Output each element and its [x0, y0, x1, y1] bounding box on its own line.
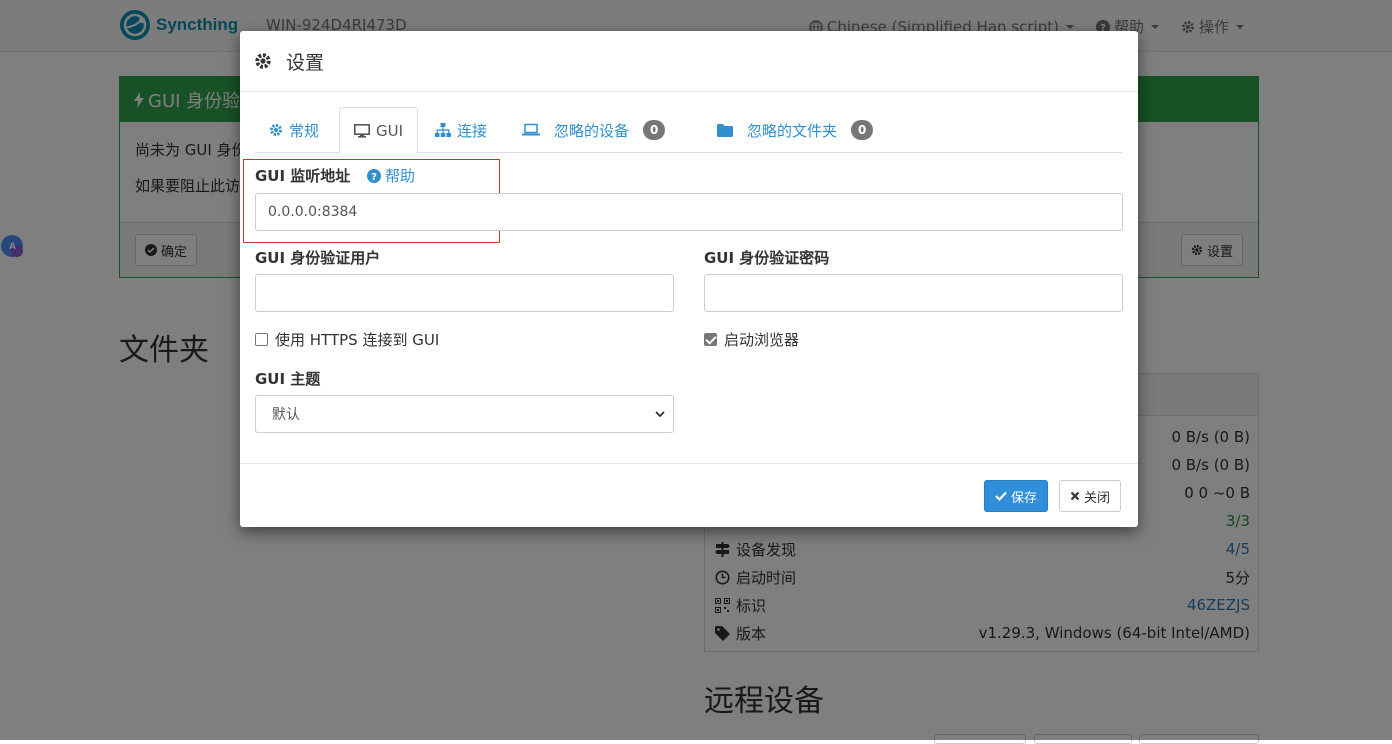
settings-tabs: 常规 GUI 连接 忽略的设备 0 忽略的文件夹 0 [255, 107, 1123, 154]
save-label: 保存 [1011, 490, 1038, 506]
monitor-icon [354, 123, 370, 138]
start-browser-option[interactable]: 启动浏览器 [704, 329, 799, 350]
auth-user-input[interactable] [255, 274, 674, 312]
question-circle-icon: ? [367, 168, 381, 183]
folder-icon [717, 123, 733, 137]
close-icon [1070, 491, 1080, 501]
tab-label: 连接 [457, 121, 488, 140]
tab-general[interactable]: 常规 [255, 107, 333, 153]
tab-label: 忽略的设备 [554, 121, 630, 140]
tab-ignored-folders[interactable]: 忽略的文件夹 0 [703, 107, 887, 153]
tab-label: GUI [376, 121, 404, 140]
ignored-devices-count-badge: 0 [643, 120, 666, 140]
check-icon [995, 491, 1007, 501]
laptop-icon [522, 123, 540, 137]
use-https-checkbox[interactable] [255, 333, 268, 346]
modal-title: 设置 [286, 51, 325, 74]
listen-address-label: GUI 监听地址 [255, 167, 351, 185]
save-button[interactable]: 保存 [984, 480, 1049, 512]
use-https-option[interactable]: 使用 HTTPS 连接到 GUI [255, 329, 439, 350]
theme-selected-value: 默认 [272, 407, 300, 423]
auth-user-label: GUI 身份验证用户 [255, 249, 381, 267]
help-link-label: 帮助 [385, 167, 416, 185]
listen-address-input[interactable]: 0.0.0.0:8384 [255, 193, 1123, 231]
settings-modal: 设置 常规 GUI 连接 忽略的设备 0 忽略的文件夹 0 GUI 监听地址 ?… [240, 31, 1138, 527]
tab-label: 常规 [289, 121, 320, 140]
ignored-folders-count-badge: 0 [851, 120, 874, 140]
start-browser-label: 启动浏览器 [724, 331, 800, 349]
tab-label: 忽略的文件夹 [747, 121, 838, 140]
gear-icon [254, 52, 272, 70]
theme-select[interactable]: 默认 [255, 395, 674, 433]
tab-ignored-devices[interactable]: 忽略的设备 0 [508, 107, 679, 153]
use-https-label: 使用 HTTPS 连接到 GUI [275, 331, 440, 349]
modal-header: 设置 [240, 31, 1138, 92]
auth-password-input[interactable] [704, 274, 1123, 312]
chevron-down-icon [655, 410, 665, 418]
close-button[interactable]: 关闭 [1059, 480, 1122, 512]
theme-label: GUI 主题 [255, 370, 321, 388]
gear-icon [269, 123, 283, 137]
tab-gui[interactable]: GUI [339, 107, 419, 154]
modal-footer: 保存 关闭 [240, 463, 1138, 527]
listen-address-help-link[interactable]: ? 帮助 [367, 165, 415, 186]
close-label: 关闭 [1084, 490, 1111, 506]
tab-connections[interactable]: 连接 [421, 107, 501, 153]
auth-password-label: GUI 身份验证密码 [704, 249, 830, 267]
sitemap-icon [435, 123, 451, 137]
start-browser-checkbox[interactable] [704, 333, 717, 346]
svg-text:?: ? [371, 172, 377, 183]
